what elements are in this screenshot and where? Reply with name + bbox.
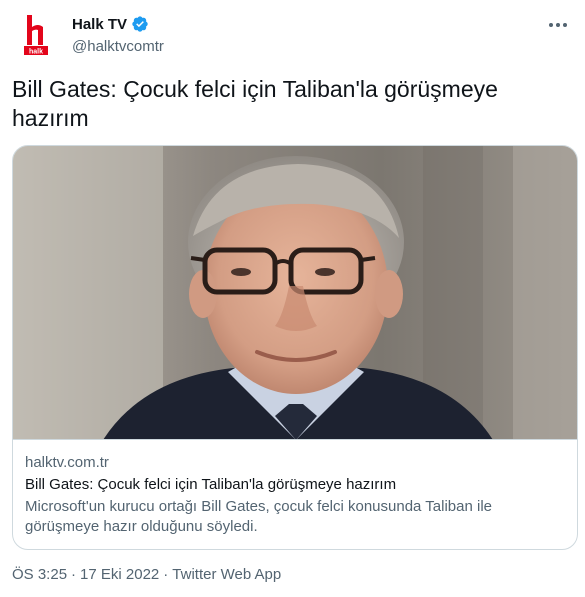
meta-separator: · bbox=[71, 566, 77, 583]
display-name[interactable]: Halk TV bbox=[72, 16, 127, 33]
halk-tv-logo-icon: halk bbox=[24, 15, 48, 56]
card-image[interactable] bbox=[13, 146, 577, 440]
news-photo-icon bbox=[13, 146, 577, 439]
tweet-source[interactable]: Twitter Web App bbox=[172, 566, 281, 583]
tweet-text: Bill Gates: Çocuk felci için Taliban'la … bbox=[12, 76, 498, 131]
more-dot-icon bbox=[563, 23, 567, 27]
more-options-button[interactable] bbox=[545, 14, 571, 36]
card-description: Microsoft'un kurucu ortağı Bill Gates, ç… bbox=[25, 498, 492, 535]
name-row: Halk TV bbox=[72, 13, 164, 35]
link-card[interactable]: halktv.com.tr Bill Gates: Çocuk felci iç… bbox=[12, 145, 578, 550]
more-dot-icon bbox=[549, 23, 553, 27]
card-body: halktv.com.tr Bill Gates: Çocuk felci iç… bbox=[13, 440, 577, 537]
tweet-date[interactable]: 17 Eki 2022 bbox=[80, 566, 159, 583]
verified-badge-icon bbox=[132, 16, 148, 32]
handle[interactable]: @halktvcomtr bbox=[72, 38, 164, 55]
card-domain: halktv.com.tr bbox=[25, 454, 109, 471]
meta-separator: · bbox=[163, 566, 169, 583]
avatar-logo-text: halk bbox=[29, 49, 43, 56]
tweet: halk Halk TV @halktvcomtr Bill Gates: Ço… bbox=[0, 0, 585, 597]
author-block: Halk TV @halktvcomtr bbox=[72, 13, 164, 56]
avatar[interactable]: halk bbox=[12, 11, 60, 59]
more-dot-icon bbox=[556, 23, 560, 27]
card-title: Bill Gates: Çocuk felci için Taliban'la … bbox=[25, 476, 397, 493]
tweet-meta: ÖS 3:25 · 17 Eki 2022 · Twitter Web App bbox=[12, 566, 281, 583]
tweet-time[interactable]: ÖS 3:25 bbox=[12, 566, 67, 583]
